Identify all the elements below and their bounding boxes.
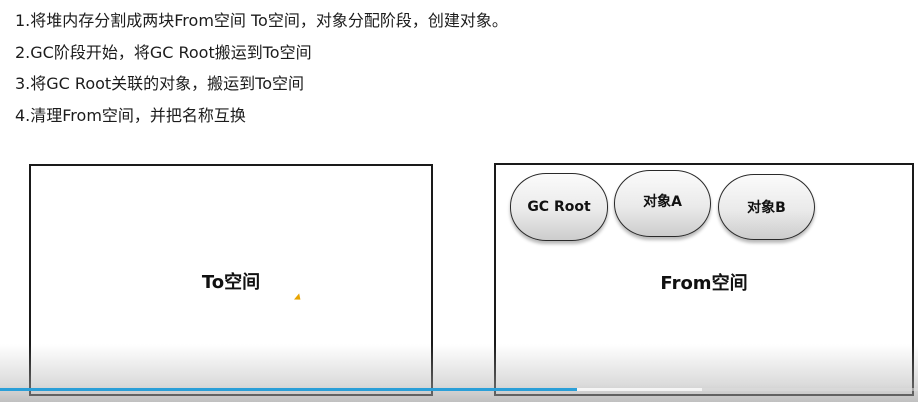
object-b-node: 对象B [718, 174, 815, 240]
slide-canvas: 1.将堆内存分割成两块From空间 To空间，对象分配阶段，创建对象。 2.GC… [0, 0, 918, 402]
video-buffered-bar [576, 388, 703, 391]
to-space-box: To空间 [29, 164, 433, 396]
steps-list: 1.将堆内存分割成两块From空间 To空间，对象分配阶段，创建对象。 2.GC… [15, 8, 508, 134]
step-1: 1.将堆内存分割成两块From空间 To空间，对象分配阶段，创建对象。 [15, 11, 508, 30]
to-space-label: To空间 [201, 272, 261, 293]
from-space-label: From空间 [660, 273, 748, 294]
object-a-node: 对象A [614, 170, 711, 237]
step-3: 3.将GC Root关联的对象，搬运到To空间 [15, 74, 305, 93]
video-progress-bar[interactable] [0, 388, 918, 391]
video-progress-fill [0, 388, 577, 391]
from-space-box: GC Root 对象A 对象B From空间 [494, 163, 914, 396]
gc-root-node: GC Root [510, 173, 608, 241]
step-4: 4.清理From空间，并把名称互换 [15, 105, 246, 125]
step-2: 2.GC阶段开始，将GC Root搬运到To空间 [15, 42, 312, 62]
